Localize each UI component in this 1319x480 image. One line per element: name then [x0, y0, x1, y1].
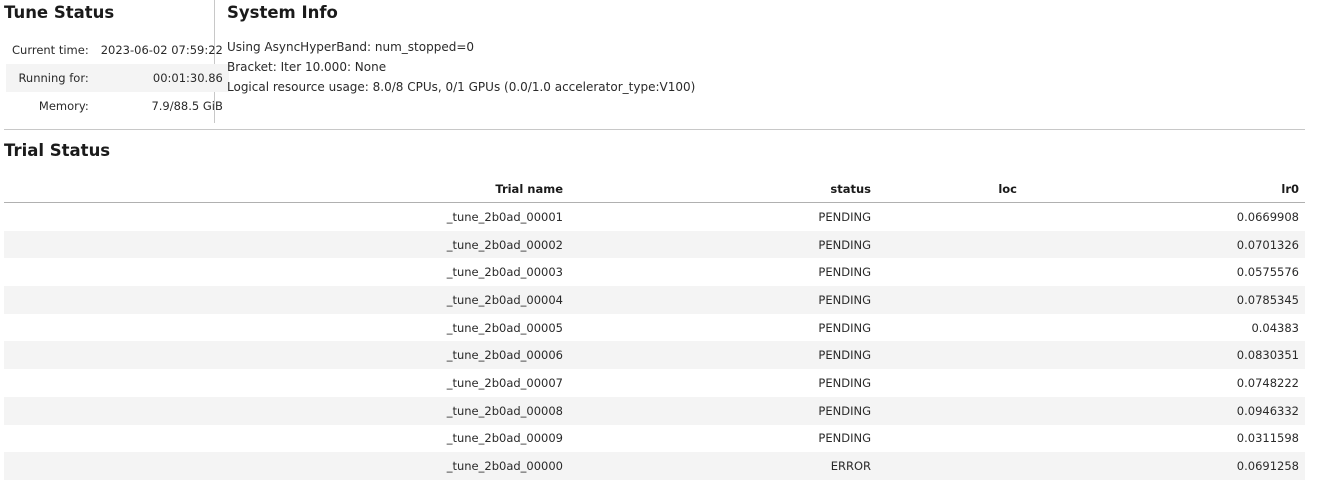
memory-value: 7.9/88.5 GiB	[151, 99, 223, 113]
tune-status-row-running-for: Running for: 00:01:30.86	[6, 64, 229, 92]
status-cell: PENDING	[818, 431, 871, 446]
lr0-cell: 0.0701326	[1023, 230, 1305, 259]
status-cell: PENDING	[818, 209, 871, 224]
status-cell: PENDING	[818, 375, 871, 390]
table-row: _tune_2b0ad_00005 PENDING 0.04383	[4, 314, 1305, 342]
table-row: _tune_2b0ad_00000 ERROR 0.0691258	[4, 452, 1305, 480]
loc-cell	[877, 452, 1023, 480]
trial-name-cell: _tune_2b0ad_00006	[4, 341, 569, 370]
table-row: _tune_2b0ad_00004 PENDING 0.0785345	[4, 286, 1305, 314]
trial-table-header: Trial name status loc lr0	[4, 175, 1305, 203]
tune-status-row-current-time: Current time: 2023-06-02 07:59:22	[6, 36, 229, 64]
trial-name-cell: _tune_2b0ad_00009	[446, 431, 563, 446]
column-header-status: status	[569, 175, 877, 203]
lr0-cell: 0.0830351	[1023, 341, 1305, 370]
status-cell: PENDING	[569, 230, 877, 259]
trial-name-cell: _tune_2b0ad_00008	[4, 396, 569, 425]
table-row: _tune_2b0ad_00001 PENDING 0.0669908	[4, 203, 1305, 231]
system-info-lines: Using AsyncHyperBand: num_stopped=0 Brac…	[227, 37, 695, 97]
trial-name-cell: _tune_2b0ad_00003	[446, 265, 563, 280]
current-time-label: Current time:	[12, 43, 89, 57]
status-cell: PENDING	[569, 396, 877, 425]
running-for-value: 00:01:30.86	[94, 64, 229, 92]
trial-status-table: Trial name status loc lr0 _tune_2b0ad_00…	[4, 175, 1305, 480]
status-cell: PENDING	[818, 265, 871, 280]
status-cell: ERROR	[569, 452, 877, 480]
system-info-title: System Info	[227, 3, 338, 22]
loc-cell	[877, 258, 1023, 286]
resource-usage-info: Logical resource usage: 8.0/8 CPUs, 0/1 …	[227, 80, 696, 94]
trial-name-cell: _tune_2b0ad_00004	[4, 286, 569, 314]
tune-status-table: Current time: 2023-06-02 07:59:22 Runnin…	[6, 36, 229, 120]
status-header: Tune Status Current time: 2023-06-02 07:…	[0, 0, 1305, 130]
lr0-cell: 0.0785345	[1023, 286, 1305, 314]
lr0-cell: 0.0669908	[1236, 209, 1299, 224]
loc-cell	[877, 314, 1023, 342]
column-header-trial-name: Trial name	[4, 175, 569, 203]
loc-cell	[877, 286, 1023, 314]
lr0-cell: 0.0691258	[1023, 452, 1305, 480]
trial-name-cell: _tune_2b0ad_00007	[446, 375, 563, 390]
memory-label: Memory:	[38, 99, 89, 113]
tune-status-row-memory: Memory: 7.9/88.5 GiB	[6, 92, 229, 120]
bracket-info: Bracket: Iter 10.000: None	[227, 60, 387, 74]
status-cell: PENDING	[569, 286, 877, 314]
trial-status-title: Trial Status	[4, 141, 111, 160]
loc-cell	[877, 203, 1023, 231]
table-row: _tune_2b0ad_00002 PENDING 0.0701326	[4, 230, 1305, 259]
running-for-label: Running for:	[6, 64, 95, 92]
system-info-panel: System Info Using AsyncHyperBand: num_st…	[227, 0, 1297, 123]
trial-name-cell: _tune_2b0ad_00002	[4, 230, 569, 259]
scheduler-info: Using AsyncHyperBand: num_stopped=0	[227, 40, 475, 54]
table-row: _tune_2b0ad_00008 PENDING 0.0946332	[4, 396, 1305, 425]
column-header-loc: loc	[877, 175, 1023, 203]
status-cell: PENDING	[569, 341, 877, 370]
current-time-value: 2023-06-02 07:59:22	[100, 43, 223, 57]
tune-status-panel: Tune Status Current time: 2023-06-02 07:…	[4, 0, 229, 123]
status-cell: PENDING	[818, 320, 871, 335]
table-row: _tune_2b0ad_00003 PENDING 0.0575576	[4, 258, 1305, 286]
loc-cell	[877, 230, 1023, 259]
loc-cell	[877, 369, 1023, 397]
loc-cell	[877, 341, 1023, 370]
lr0-cell: 0.0311598	[1236, 431, 1299, 446]
loc-cell	[877, 425, 1023, 453]
lr0-cell: 0.04383	[1251, 320, 1299, 335]
loc-cell	[877, 396, 1023, 425]
trial-name-cell: _tune_2b0ad_00005	[446, 320, 563, 335]
table-row: _tune_2b0ad_00009 PENDING 0.0311598	[4, 425, 1305, 453]
trial-name-cell: _tune_2b0ad_00000	[4, 452, 569, 480]
tune-status-title: Tune Status	[4, 3, 115, 22]
column-header-lr0: lr0	[1023, 175, 1305, 203]
table-row: _tune_2b0ad_00007 PENDING 0.0748222	[4, 369, 1305, 397]
lr0-cell: 0.0946332	[1023, 396, 1305, 425]
table-row: _tune_2b0ad_00006 PENDING 0.0830351	[4, 341, 1305, 370]
section-divider	[4, 129, 1305, 130]
lr0-cell: 0.0748222	[1236, 375, 1299, 390]
lr0-cell: 0.0575576	[1236, 265, 1299, 280]
trial-name-cell: _tune_2b0ad_00001	[446, 209, 563, 224]
